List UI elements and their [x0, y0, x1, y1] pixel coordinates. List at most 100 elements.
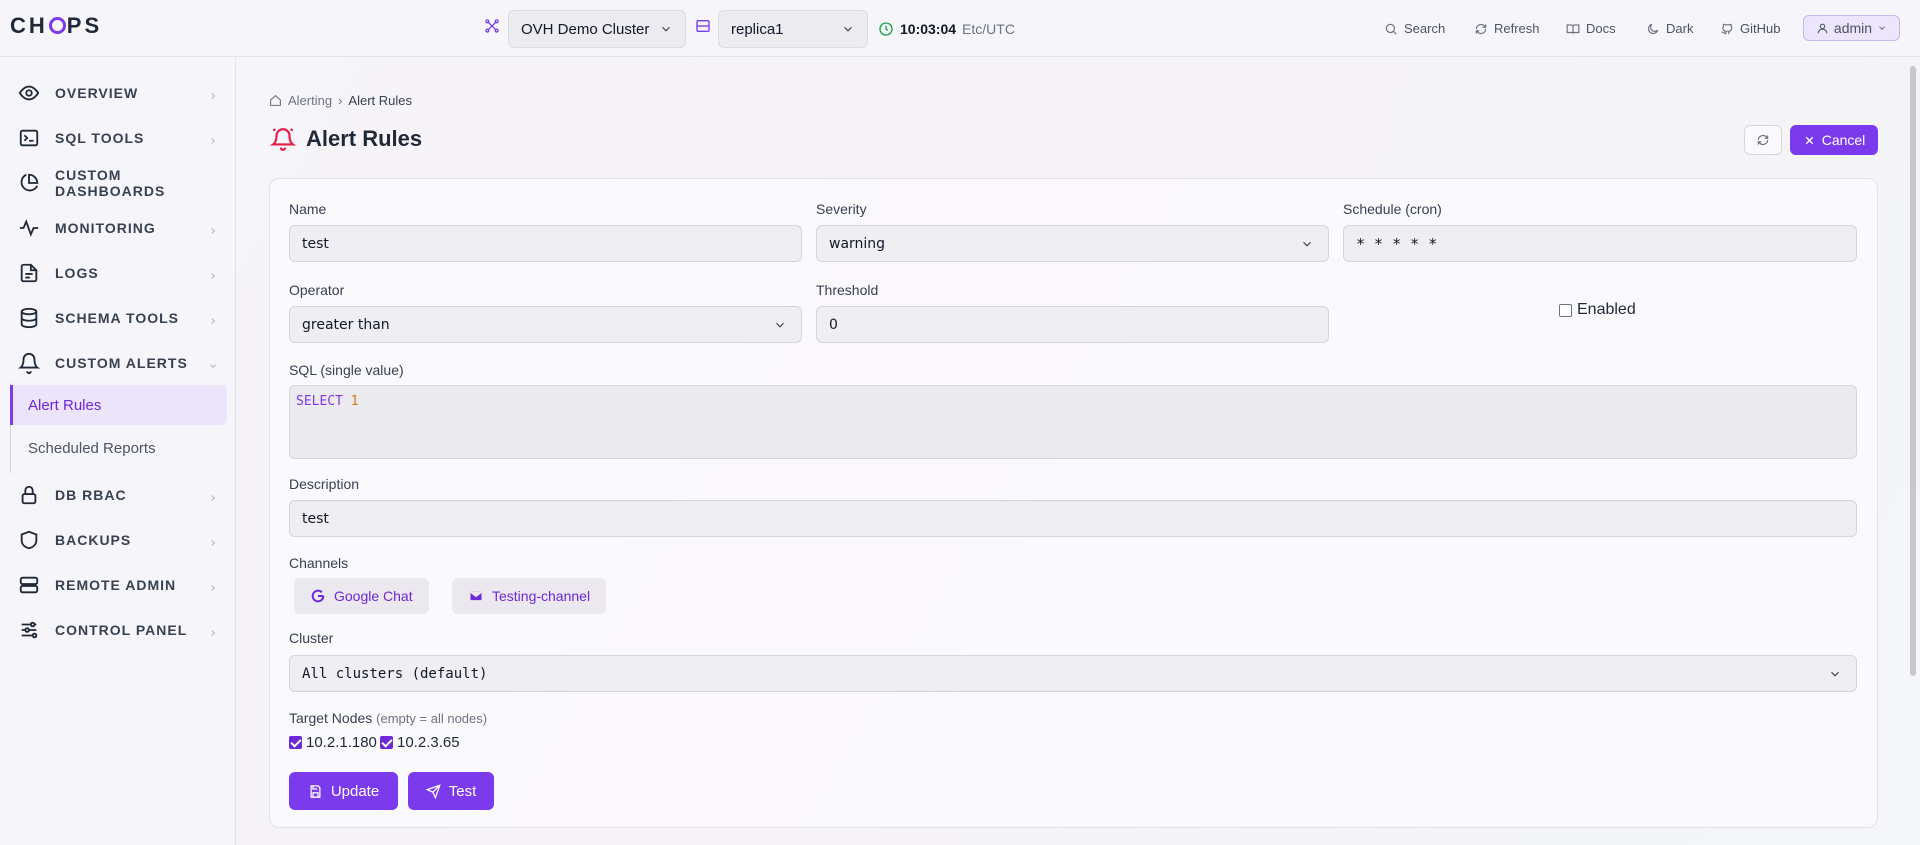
- enabled-toggle[interactable]: Enabled: [1559, 301, 1636, 319]
- node-label: 10.2.1.180: [306, 734, 377, 751]
- chevron-down-icon: [1831, 671, 1839, 677]
- sidebar-item-monitoring[interactable]: MONITORING: [0, 205, 236, 250]
- nav-search[interactable]: Search: [1384, 0, 1445, 57]
- nav-refresh[interactable]: Refresh: [1474, 0, 1540, 57]
- nav-dark-mode[interactable]: Dark: [1646, 0, 1693, 57]
- channels-label: Channels: [289, 555, 349, 571]
- sidebar-item-label: SQL TOOLS: [55, 129, 145, 146]
- search-icon: [1385, 23, 1397, 35]
- breadcrumb-current: Alert Rules: [348, 93, 412, 108]
- sidebar-item-backups[interactable]: BACKUPS: [0, 517, 236, 562]
- home-icon: [270, 94, 281, 106]
- operator-select[interactable]: greater than: [289, 306, 802, 343]
- threshold-input-value: 0: [829, 316, 838, 333]
- description-label: Description: [289, 476, 360, 492]
- reload-button[interactable]: [1744, 125, 1782, 155]
- page-scrollbar[interactable]: [1910, 66, 1916, 676]
- sidebar-item-sql-tools[interactable]: SQL TOOLS: [0, 115, 236, 160]
- node-checkbox[interactable]: [289, 736, 302, 749]
- chevron-right-icon: [208, 490, 218, 501]
- sidebar-item-overview[interactable]: OVERVIEW: [0, 70, 236, 115]
- name-input[interactable]: test: [289, 225, 802, 262]
- user-menu-button[interactable]: admin: [1803, 15, 1900, 41]
- activity-icon: [18, 217, 40, 239]
- sidebar-item-remote-admin[interactable]: REMOTE ADMIN: [0, 562, 236, 607]
- nav-docs-label: Docs: [1586, 21, 1616, 36]
- sidebar-item-control-panel[interactable]: CONTROL PANEL: [0, 607, 236, 652]
- cancel-button[interactable]: Cancel: [1790, 125, 1878, 155]
- sidebar-item-label: CUSTOM ALERTS: [55, 354, 188, 371]
- database-icon: [18, 307, 40, 329]
- lock-icon: [18, 484, 40, 506]
- severity-label: Severity: [816, 201, 867, 217]
- sql-keyword: SELECT: [296, 394, 343, 409]
- description-input[interactable]: test: [289, 500, 1857, 537]
- cluster-select[interactable]: OVH Demo Cluster: [508, 10, 686, 48]
- app-logo[interactable]: CH PS: [10, 13, 102, 39]
- nav-docs[interactable]: Docs: [1566, 0, 1616, 57]
- sidebar-item-label: BACKUPS: [55, 531, 132, 548]
- page-title: Alert Rules: [270, 126, 422, 152]
- cluster-select[interactable]: All clusters (default): [289, 655, 1857, 692]
- sidebar-item-custom-alerts[interactable]: CUSTOM ALERTS: [0, 340, 236, 385]
- sidebar-item-db-rbac[interactable]: DB RBAC: [0, 472, 236, 517]
- node-option[interactable]: 10.2.3.65: [380, 734, 460, 751]
- sidebar-item-custom-dashboards[interactable]: CUSTOM DASHBOARDS: [0, 160, 236, 205]
- name-label: Name: [289, 201, 327, 217]
- breadcrumb-parent[interactable]: Alerting: [288, 93, 332, 108]
- node-label: 10.2.3.65: [397, 734, 460, 751]
- refresh-icon: [1757, 134, 1769, 146]
- channel-label: Google Chat: [334, 588, 413, 604]
- test-button-label: Test: [448, 782, 477, 800]
- replica-select[interactable]: replica1: [718, 10, 868, 48]
- enabled-checkbox[interactable]: [1559, 303, 1572, 317]
- operator-select-value: greater than: [302, 316, 390, 333]
- channel-google-chat[interactable]: Google Chat: [294, 578, 429, 614]
- chevron-down-icon: [844, 26, 852, 32]
- save-icon: [310, 784, 321, 798]
- target-nodes-label: Target Nodes (empty = all nodes): [289, 710, 487, 726]
- sidebar-item-logs[interactable]: LOGS: [0, 250, 236, 295]
- sql-label: SQL (single value): [289, 362, 404, 378]
- book-icon: [1566, 23, 1580, 34]
- chevron-down-icon: [776, 322, 784, 328]
- github-icon: [1721, 23, 1733, 34]
- sidebar-subitem-alert-rules[interactable]: Alert Rules: [10, 385, 227, 425]
- sidebar-subitem-scheduled-reports[interactable]: Scheduled Reports: [10, 428, 227, 468]
- schedule-input[interactable]: * * * * *: [1343, 225, 1857, 262]
- enabled-label: Enabled: [1577, 301, 1636, 318]
- page-title-text: Alert Rules: [306, 126, 423, 151]
- sql-editor[interactable]: SELECT 1: [289, 385, 1857, 459]
- chevron-right-icon: [208, 580, 218, 591]
- chevron-down-icon: [1879, 26, 1885, 30]
- name-input-value: test: [302, 235, 329, 252]
- eye-icon: [18, 82, 40, 104]
- moon-icon: [1648, 23, 1659, 34]
- user-icon: [1817, 23, 1828, 33]
- refresh-icon: [1475, 23, 1487, 34]
- threshold-input[interactable]: 0: [816, 306, 1329, 343]
- sidebar-item-schema-tools[interactable]: SCHEMA TOOLS: [0, 295, 236, 340]
- sidebar-item-label: DB RBAC: [55, 486, 127, 503]
- nav-github[interactable]: GitHub: [1720, 0, 1780, 57]
- chevron-right-icon: [208, 268, 218, 279]
- channel-testing[interactable]: Testing-channel: [452, 578, 607, 614]
- sidebar-item-label: OVERVIEW: [55, 84, 139, 101]
- mail-icon: [469, 590, 483, 602]
- update-button[interactable]: Update: [289, 772, 398, 810]
- sidebar-item-label: REMOTE ADMIN: [55, 576, 177, 593]
- node-checkbox[interactable]: [380, 736, 393, 749]
- chevron-right-icon: [208, 625, 218, 636]
- chevron-right-icon: [208, 88, 218, 99]
- server-icon: [18, 574, 40, 596]
- clock-time: 10:03:04: [900, 20, 957, 37]
- breadcrumb-separator: ›: [338, 93, 343, 108]
- node-option[interactable]: 10.2.1.180: [289, 734, 377, 751]
- severity-select[interactable]: warning: [816, 225, 1329, 262]
- test-button[interactable]: Test: [408, 772, 494, 810]
- sidebar-item-label: LOGS: [55, 264, 99, 281]
- cancel-button-label: Cancel: [1821, 132, 1866, 148]
- schedule-label: Schedule (cron): [1343, 201, 1442, 217]
- channel-label: Testing-channel: [492, 588, 591, 604]
- nav-search-label: Search: [1404, 21, 1446, 36]
